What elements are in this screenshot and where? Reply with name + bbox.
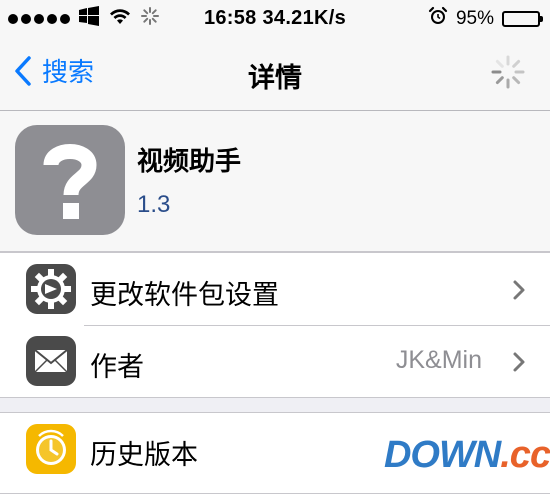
package-name: 视频助手 bbox=[137, 146, 242, 176]
row-label: 历史版本 bbox=[90, 440, 198, 470]
status-time: 16:58 bbox=[203, 7, 257, 29]
row-label: 作者 bbox=[90, 352, 144, 382]
status-bar: 16:58 34.21K/s 95% bbox=[0, 0, 550, 36]
alarm-clock-icon bbox=[428, 6, 448, 32]
row-change-settings[interactable]: 更改软件包设置 bbox=[0, 253, 550, 325]
settings-gear-icon bbox=[26, 264, 76, 314]
chevron-right-icon bbox=[513, 280, 525, 300]
options-group: 更改软件包设置 作者 JK&Min bbox=[0, 252, 550, 398]
status-right: 95% bbox=[428, 6, 543, 32]
navigation-bar: 搜索 详情 bbox=[0, 36, 550, 111]
network-speed: 34.21K/s bbox=[262, 7, 347, 29]
watermark-text: DOWN bbox=[383, 433, 501, 476]
clock-history-icon bbox=[26, 424, 76, 474]
question-mark-icon bbox=[15, 125, 125, 235]
watermark-logo: DOWN .cc bbox=[384, 434, 550, 476]
battery-percent: 95% bbox=[455, 8, 494, 29]
author-value: JK&Min bbox=[395, 346, 482, 374]
watermark-suffix: .cc bbox=[500, 433, 550, 476]
page-title: 详情 bbox=[248, 63, 302, 93]
loading-spinner-icon bbox=[490, 54, 526, 95]
package-version: 1.3 bbox=[137, 191, 171, 218]
chevron-right-icon bbox=[513, 352, 525, 372]
package-header: 视频助手 1.3 bbox=[0, 111, 550, 252]
row-author[interactable]: 作者 JK&Min bbox=[0, 325, 550, 397]
row-label: 更改软件包设置 bbox=[90, 280, 279, 310]
battery-icon bbox=[502, 11, 543, 27]
mail-envelope-icon bbox=[26, 336, 76, 386]
